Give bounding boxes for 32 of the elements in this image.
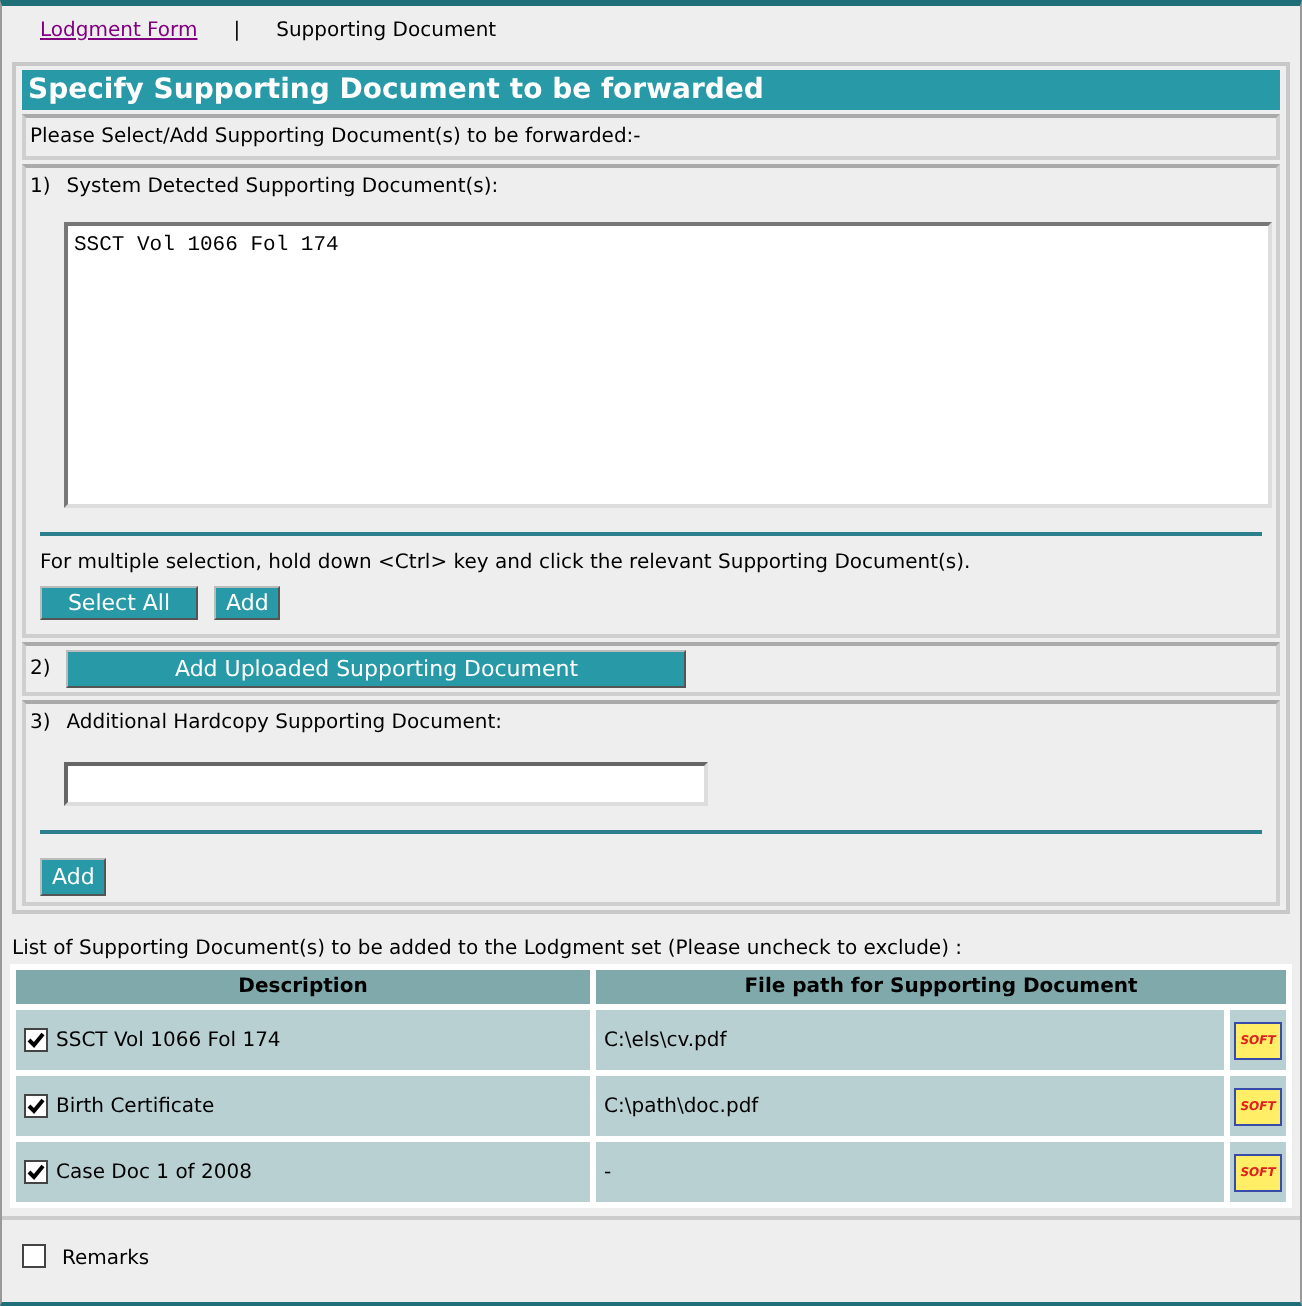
row-checkbox[interactable]	[24, 1094, 48, 1118]
listbox-item[interactable]: SSCT Vol 1066 Fol 174	[74, 232, 1262, 264]
row-checkbox[interactable]	[24, 1028, 48, 1052]
nav-separator: |	[233, 17, 241, 45]
column-header: File path for Supporting Document	[596, 970, 1286, 1004]
description-text: Birth Certificate	[56, 1093, 215, 1121]
description-text: SSCT Vol 1066 Fol 174	[56, 1027, 281, 1055]
file-path-cell: -	[596, 1142, 1224, 1202]
step-number: 1)	[30, 174, 51, 202]
list-caption: List of Supporting Document(s) to be added to the Lodgment set (Please uncheck to exclude) :	[12, 936, 965, 964]
remarks-label: Remarks	[62, 1246, 150, 1274]
document-listbox[interactable]: SSCT Vol 1066 Fol 174	[64, 222, 1272, 508]
section-label: System Detected Supporting Document(s):	[66, 174, 499, 202]
add-uploaded-button[interactable]: Add Uploaded Supporting Document	[66, 650, 687, 688]
add-button[interactable]: Add	[214, 586, 281, 620]
instruction-text: Please Select/Add Supporting Document(s) to be forwarded:-	[30, 126, 641, 148]
column-header: Description	[16, 970, 590, 1004]
remarks-checkbox[interactable]	[22, 1244, 46, 1268]
file-path-cell: C:\els\cv.pdf	[596, 1010, 1224, 1070]
section-title: Specify Supporting Document to be forwarded	[22, 70, 1280, 110]
nav-tab[interactable]: Supporting Document	[276, 15, 497, 45]
file-path-cell: C:\path\doc.pdf	[596, 1076, 1224, 1136]
description-text: Case Doc 1 of 2008	[56, 1159, 252, 1187]
step-number: 3)	[30, 710, 51, 738]
hardcopy-input[interactable]	[64, 762, 708, 806]
nav-tab[interactable]: Lodgment Form	[40, 15, 198, 45]
hint-text: For multiple selection, hold down <Ctrl> key and click the relevant Supporting Document(s).	[38, 550, 973, 578]
select-all-button[interactable]: Select All	[40, 586, 198, 620]
row-checkbox[interactable]	[24, 1160, 48, 1184]
section-label: Additional Hardcopy Supporting Document:	[66, 710, 502, 738]
step-number: 2)	[30, 656, 51, 684]
add-button[interactable]: Add	[40, 858, 107, 896]
